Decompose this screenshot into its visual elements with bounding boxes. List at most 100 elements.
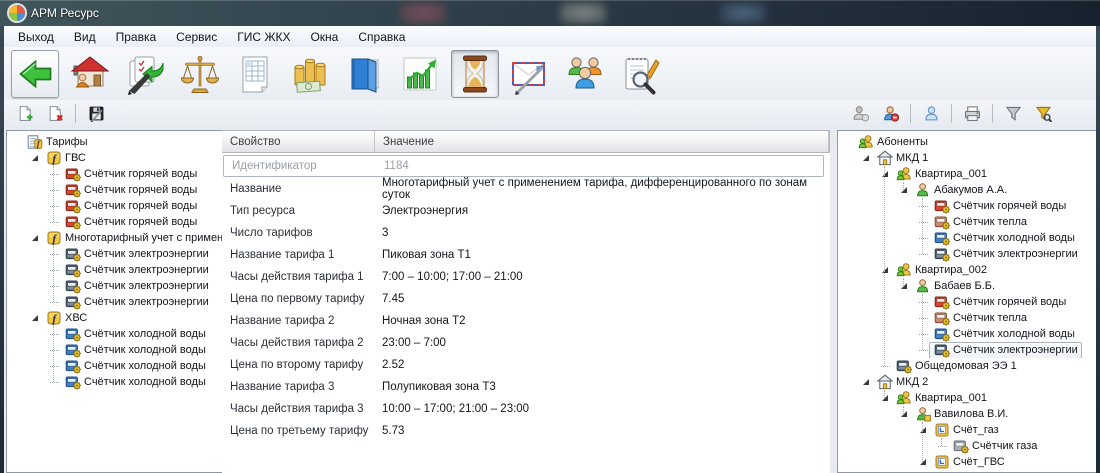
tree-item[interactable]: МКД 1 — [838, 150, 1096, 166]
add-tariff-button[interactable] — [12, 102, 38, 126]
mail-button[interactable] — [506, 50, 554, 98]
table-button[interactable] — [231, 50, 279, 98]
tree-item[interactable]: Счётчик горячей воды — [838, 198, 1096, 214]
expander-icon[interactable] — [879, 392, 891, 404]
tree-item[interactable]: Счётчик электроэнергии — [7, 294, 222, 310]
property-row[interactable]: Идентификатор1184 — [223, 155, 824, 177]
tree-item[interactable]: Счётчик холодной воды — [7, 374, 222, 390]
tree-item[interactable]: Счётчик холодной воды — [7, 358, 222, 374]
expander-icon[interactable] — [917, 424, 929, 436]
edit-docs-button[interactable] — [121, 50, 169, 98]
tree-item[interactable]: Счётчик холодной воды — [838, 230, 1096, 246]
menu-item-edit[interactable]: Правка — [106, 28, 167, 46]
menu-item-exit[interactable]: Выход — [8, 28, 64, 46]
home-button[interactable] — [66, 50, 114, 98]
tree-item[interactable]: Бабаев Б.Б. — [838, 278, 1096, 294]
property-row[interactable]: Тип ресурсаЭлектроэнергия — [222, 200, 830, 222]
tree-item[interactable]: Абоненты — [838, 134, 1096, 150]
tree-item[interactable]: Счётчик холодной воды — [7, 326, 222, 342]
property-row[interactable]: Часы действия тарифа 223:00 – 7:00 — [222, 332, 830, 354]
property-row[interactable]: Цена по второму тарифу2.52 — [222, 354, 830, 376]
ledger-button[interactable] — [341, 50, 389, 98]
property-row[interactable]: Название тарифа 1Пиковая зона Т1 — [222, 244, 830, 266]
tree-guide-line — [53, 166, 54, 222]
title-bar[interactable]: АРМ Ресурс — [0, 0, 1100, 26]
charts-button[interactable] — [396, 50, 444, 98]
add-abonent-button[interactable] — [847, 102, 873, 126]
tree-item[interactable]: Вавилова В.И. — [838, 406, 1096, 422]
tree-item[interactable]: fГВС — [7, 150, 222, 166]
expander-icon[interactable] — [917, 456, 929, 468]
tree-item[interactable]: fМноготарифный учет с применен — [7, 230, 222, 246]
tree-item[interactable]: Квартира_001 — [838, 390, 1096, 406]
abonent-card-button[interactable] — [918, 102, 944, 126]
tree-item[interactable]: Счётчик горячей воды — [7, 214, 222, 230]
filter-search-button[interactable] — [1030, 102, 1056, 126]
tree-item[interactable]: Счётчик холодной воды — [838, 326, 1096, 342]
expander-icon[interactable] — [29, 312, 41, 324]
property-row[interactable]: Название тарифа 2Ночная зона Т2 — [222, 310, 830, 332]
tree-item[interactable]: Счёт_ГВС — [838, 454, 1096, 470]
expander-icon[interactable] — [29, 232, 41, 244]
menu-item-view[interactable]: Вид — [64, 28, 106, 46]
tree-item[interactable]: Счётчик тепла — [838, 214, 1096, 230]
tree-item[interactable]: Счётчик горячей воды — [7, 182, 222, 198]
expander-icon[interactable] — [860, 376, 872, 388]
tree-guide-line — [903, 278, 904, 286]
tree-item[interactable]: fХВС — [7, 310, 222, 326]
column-header-property[interactable]: Свойство — [222, 131, 375, 152]
abonents-button[interactable] — [561, 50, 609, 98]
tree-item[interactable]: Счётчик горячей воды — [7, 166, 222, 182]
tree-item[interactable]: Общедомовая ЭЭ 1 — [838, 358, 1096, 374]
filter-button[interactable] — [1000, 102, 1026, 126]
tree-item[interactable]: Квартира_001 — [838, 166, 1096, 182]
property-row[interactable]: Цена по третьему тарифу5.73 — [222, 420, 830, 442]
tree-item[interactable]: МКД 2 — [838, 374, 1096, 390]
property-row[interactable]: Цена по первому тарифу7.45 — [222, 288, 830, 310]
tree-item[interactable]: Абакумов А.А. — [838, 182, 1096, 198]
money-button[interactable] — [286, 50, 334, 98]
print-button[interactable] — [959, 102, 985, 126]
tariffs-button[interactable] — [176, 50, 224, 98]
delete-tariff-button[interactable] — [42, 102, 68, 126]
property-row[interactable]: Число тарифов3 — [222, 222, 830, 244]
property-row[interactable]: Название тарифа 3Полупиковая зона Т3 — [222, 376, 830, 398]
tree-item[interactable]: Счётчик холодной воды — [7, 342, 222, 358]
menu-item-gis-zhkh[interactable]: ГИС ЖКХ — [227, 28, 300, 46]
expander-icon[interactable] — [898, 408, 910, 420]
remove-abonent-button[interactable] — [877, 102, 903, 126]
expander-icon[interactable] — [898, 280, 910, 292]
tree-item[interactable]: Счётчик горячей воды — [7, 198, 222, 214]
tree-item[interactable]: Счётчик электроэнергии — [838, 246, 1096, 262]
report-search-button[interactable] — [616, 50, 664, 98]
tree-guide-line — [941, 438, 942, 446]
tree-item[interactable]: Счётчик электроэнергии — [7, 278, 222, 294]
menu-item-service[interactable]: Сервис — [166, 28, 227, 46]
property-row[interactable]: Часы действия тарифа 310:00 – 17:00; 21:… — [222, 398, 830, 420]
tree-item[interactable]: Счёт_газ — [838, 422, 1096, 438]
tree-connector — [936, 440, 948, 452]
expander-icon[interactable] — [898, 184, 910, 196]
tree-item[interactable]: Счётчик горячей воды — [838, 294, 1096, 310]
tree-item[interactable]: Счётчик электроэнергии — [7, 262, 222, 278]
tree-item[interactable]: fТарифы — [7, 134, 222, 150]
meter-hot-icon — [65, 214, 81, 230]
tree-item[interactable]: Счётчик электроэнергии — [7, 246, 222, 262]
tree-item[interactable]: Счётчик тепла — [838, 310, 1096, 326]
property-row[interactable]: НазваниеМноготарифный учет с применением… — [222, 178, 830, 200]
tree-item[interactable]: Счётчик газа — [838, 438, 1096, 454]
expander-icon[interactable] — [879, 168, 891, 180]
tree-item-label: Счётчик тепла — [953, 216, 1027, 228]
expander-icon[interactable] — [860, 152, 872, 164]
property-row[interactable]: Часы действия тарифа 17:00 – 10:00; 17:0… — [222, 266, 830, 288]
column-header-value[interactable]: Значение — [375, 131, 829, 152]
save-button[interactable] — [83, 102, 109, 126]
expander-icon[interactable] — [29, 152, 41, 164]
tree-item[interactable]: Счётчик электроэнергии — [838, 342, 1096, 358]
menu-item-windows[interactable]: Окна — [300, 28, 348, 46]
history-button[interactable] — [451, 50, 499, 98]
menu-item-help[interactable]: Справка — [348, 28, 415, 46]
tree-item[interactable]: Квартира_002 — [838, 262, 1096, 278]
back-button[interactable] — [11, 50, 59, 98]
expander-icon[interactable] — [879, 264, 891, 276]
